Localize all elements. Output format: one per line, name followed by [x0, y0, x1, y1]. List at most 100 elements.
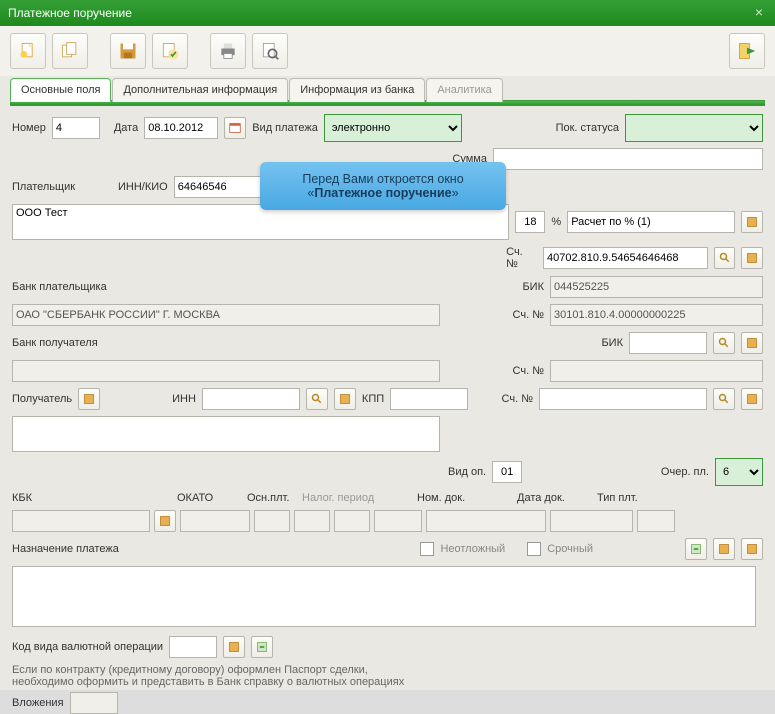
tab-bar: Основные поля Дополнительная информация …	[0, 76, 775, 100]
number-input[interactable]	[52, 117, 100, 139]
action-icon[interactable]	[251, 636, 273, 658]
docdate-input	[550, 510, 633, 532]
recv-bank-acc-input	[550, 360, 763, 382]
tab-extra[interactable]: Дополнительная информация	[112, 78, 288, 102]
optype-input[interactable]	[492, 461, 522, 483]
tooltip-line1: Перед Вами откроется окно	[268, 172, 498, 186]
print-button[interactable]	[210, 33, 246, 69]
action3-icon[interactable]	[741, 538, 763, 560]
note-line1: Если по контракту (кредитному договору) …	[12, 664, 763, 676]
label-osn: Осн.плт.	[247, 492, 302, 504]
ref-icon[interactable]	[741, 247, 763, 269]
paystatus-select[interactable]	[625, 114, 763, 142]
recv-kpp-input[interactable]	[390, 388, 468, 410]
search-icon[interactable]	[306, 388, 328, 410]
label-curropcode: Код вида валютной операции	[12, 641, 163, 653]
docnum-input	[426, 510, 546, 532]
note-line2: необходимо оформить и представить в Банк…	[12, 676, 763, 688]
date-input[interactable]	[144, 117, 218, 139]
label-purpose: Назначение платежа	[12, 543, 119, 555]
ref-icon[interactable]	[741, 332, 763, 354]
recv-bic-input[interactable]	[629, 332, 707, 354]
label-okato: ОКАТО	[177, 492, 247, 504]
help-tooltip: Перед Вами откроется окно «Платежное пор…	[260, 162, 506, 210]
label-innkio: ИНН/КИО	[118, 181, 168, 193]
label-queue: Очер. пл.	[661, 466, 709, 478]
recv-acc-input[interactable]	[539, 388, 707, 410]
recv-inn-input[interactable]	[202, 388, 300, 410]
label-recv: Получатель	[12, 393, 72, 405]
copy-doc-button[interactable]	[52, 33, 88, 69]
tab-analytics: Аналитика	[426, 78, 502, 102]
ref-icon[interactable]	[223, 636, 245, 658]
label-date: Дата	[114, 122, 138, 134]
save-button[interactable]	[110, 33, 146, 69]
osn-input	[254, 510, 290, 532]
label-payer-bank: Банк плательщика	[12, 281, 107, 293]
label-attach: Вложения	[12, 697, 64, 709]
urgent-checkbox[interactable]	[420, 542, 434, 556]
term-checkbox[interactable]	[527, 542, 541, 556]
label-payer-acc: Сч. №	[506, 246, 537, 270]
label-payer: Плательщик	[12, 181, 112, 193]
label-paystatus: Пок. статуса	[556, 122, 619, 134]
close-icon[interactable]: ×	[751, 5, 767, 21]
save-check-button[interactable]	[152, 33, 188, 69]
action1-icon[interactable]	[685, 538, 707, 560]
label-optype: Вид оп.	[448, 466, 486, 478]
recv-name-input[interactable]	[12, 416, 440, 452]
calendar-icon[interactable]	[224, 117, 246, 139]
percent-calc-input[interactable]	[567, 211, 735, 233]
ref-icon[interactable]	[78, 388, 100, 410]
exit-button[interactable]	[729, 33, 765, 69]
queue-select[interactable]: 6	[715, 458, 763, 486]
label-number: Номер	[12, 122, 46, 134]
toolbar	[0, 26, 775, 76]
label-payer-bank-acc: Сч. №	[513, 309, 544, 321]
taxperiod1-input	[294, 510, 330, 532]
label-paytypecode: Тип плт.	[597, 492, 638, 504]
percent-ref-icon[interactable]	[741, 211, 763, 233]
purpose-textarea[interactable]	[12, 566, 756, 627]
label-percent: %	[551, 216, 561, 228]
label-docdate: Дата док.	[517, 492, 597, 504]
paytype-select[interactable]: электронно	[324, 114, 462, 142]
label-urgent: Неотложный	[440, 543, 505, 555]
label-recv-bank-acc: Сч. №	[513, 365, 544, 377]
tab-main[interactable]: Основные поля	[10, 78, 111, 102]
label-term: Срочный	[547, 543, 593, 555]
search-icon[interactable]	[713, 388, 735, 410]
label-taxperiod: Налог. период	[302, 492, 417, 504]
curropcode-input[interactable]	[169, 636, 217, 658]
recv-bank-name-input	[12, 360, 440, 382]
payer-bank-name-input	[12, 304, 440, 326]
label-kbk: КБК	[12, 492, 82, 504]
label-recv-bank: Банк получателя	[12, 337, 98, 349]
window-title: Платежное поручение	[8, 6, 132, 20]
action2-icon[interactable]	[713, 538, 735, 560]
preview-button[interactable]	[252, 33, 288, 69]
innkio-input[interactable]	[174, 176, 262, 198]
payer-bank-acc-input	[550, 304, 763, 326]
payer-bic-input	[550, 276, 763, 298]
label-recv-kpp: КПП	[362, 393, 384, 405]
percent-input[interactable]	[515, 211, 545, 233]
search-icon[interactable]	[714, 247, 736, 269]
search-icon[interactable]	[713, 332, 735, 354]
new-doc-button[interactable]	[10, 33, 46, 69]
ref-icon[interactable]	[334, 388, 356, 410]
sum-input[interactable]	[493, 148, 763, 170]
ref-icon[interactable]	[154, 510, 176, 532]
okato-input	[180, 510, 250, 532]
taxperiod3-input	[374, 510, 422, 532]
kbk-input	[12, 510, 150, 532]
label-payer-bic: БИК	[522, 281, 544, 293]
window-titlebar: Платежное поручение ×	[0, 0, 775, 26]
taxperiod2-input	[334, 510, 370, 532]
label-recv-inn: ИНН	[172, 393, 196, 405]
tab-bank[interactable]: Информация из банка	[289, 78, 425, 102]
payer-acc-input[interactable]	[543, 247, 708, 269]
label-docnum: Ном. док.	[417, 492, 517, 504]
tooltip-line2: «Платежное поручение»	[268, 186, 498, 200]
ref-icon[interactable]	[741, 388, 763, 410]
